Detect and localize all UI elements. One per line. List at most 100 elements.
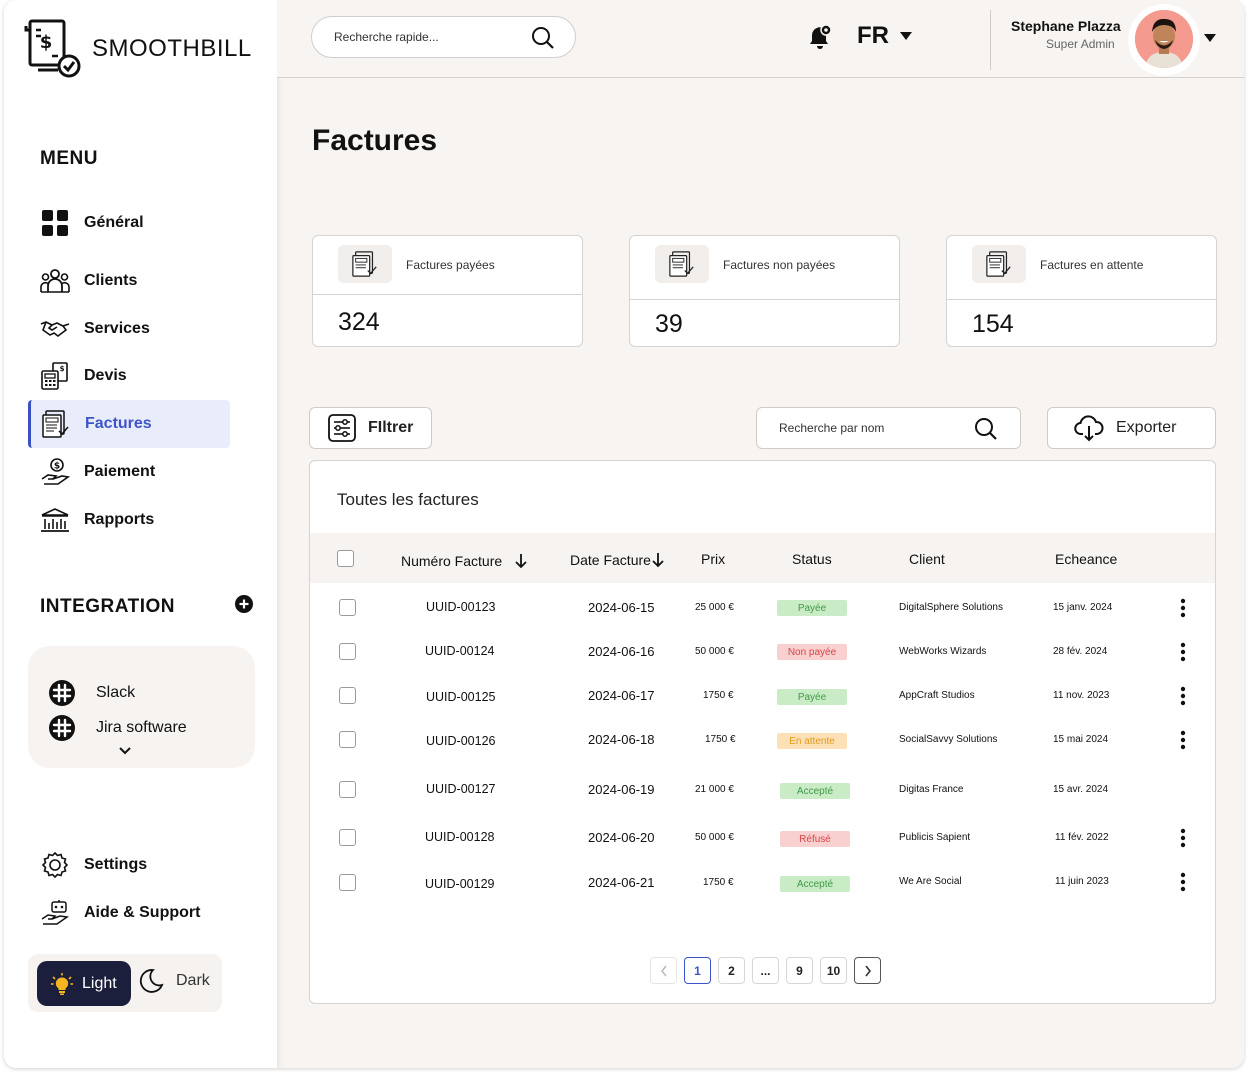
stat-card-header: Factures en attente: [947, 236, 1216, 300]
status-badge: Payée: [777, 600, 847, 616]
table-header: Numéro Facture Date Facture Prix Status …: [310, 533, 1215, 583]
row-checkbox[interactable]: [339, 829, 356, 846]
sidebar-item-label: Devis: [84, 367, 127, 384]
row-checkbox[interactable]: [339, 687, 356, 704]
invoice-price: 21 000 €: [695, 784, 734, 795]
support-link[interactable]: Aide & Support: [40, 898, 200, 928]
sidebar: $ SMOOTHBILL MENU Général Clients Servic…: [4, 0, 277, 1068]
row-menu-icon[interactable]: [1180, 642, 1186, 662]
row-menu-icon[interactable]: [1180, 872, 1186, 892]
gear-icon: [40, 850, 70, 880]
row-menu-icon[interactable]: [1180, 686, 1186, 706]
column-header-due[interactable]: Echeance: [1055, 551, 1117, 567]
invoice-price: 1750 €: [705, 734, 736, 745]
search-icon[interactable]: [974, 417, 998, 441]
invoice-number[interactable]: UUID-00129: [425, 877, 494, 891]
pagination-page[interactable]: 2: [718, 957, 745, 984]
theme-dark-button[interactable]: Dark: [138, 968, 210, 994]
support-label: Aide & Support: [84, 904, 201, 921]
pagination-next-button[interactable]: [854, 957, 881, 984]
sidebar-item-paiement[interactable]: $ Paiement: [28, 448, 230, 496]
column-header-price[interactable]: Prix: [701, 551, 725, 567]
select-all-checkbox[interactable]: [337, 550, 354, 567]
svg-text:$: $: [54, 462, 60, 472]
sidebar-item-general[interactable]: Général: [28, 199, 230, 247]
column-header-status[interactable]: Status: [792, 551, 832, 567]
invoice-icon: [338, 245, 392, 283]
chevron-down-icon[interactable]: [118, 746, 132, 756]
sidebar-item-label: Services: [84, 320, 150, 337]
row-menu-icon[interactable]: [1180, 828, 1186, 848]
logo[interactable]: $ SMOOTHBILL: [24, 18, 252, 80]
row-menu-icon[interactable]: [1180, 730, 1186, 750]
invoice-number[interactable]: UUID-00127: [426, 782, 495, 796]
app-name: SMOOTHBILL: [92, 35, 252, 62]
column-header-date[interactable]: Date Facture: [570, 552, 665, 568]
sidebar-item-label: Paiement: [84, 463, 156, 480]
filter-sliders-icon: [328, 414, 356, 442]
name-search-input[interactable]: Recherche par nom: [756, 407, 1021, 449]
payment-hand-icon: $: [40, 457, 70, 487]
avatar[interactable]: [1135, 10, 1193, 68]
row-checkbox[interactable]: [339, 731, 356, 748]
stat-label: Factures payées: [406, 258, 495, 272]
status-badge: Accepté: [780, 876, 850, 892]
sidebar-item-services[interactable]: Services: [28, 305, 230, 353]
invoice-number[interactable]: UUID-00125: [426, 690, 495, 704]
jira-icon: [49, 715, 75, 741]
support-bot-icon: [40, 898, 70, 928]
invoice-price: 50 000 €: [695, 646, 734, 657]
sidebar-item-rapports[interactable]: Rapports: [28, 496, 230, 544]
moon-icon: [139, 969, 164, 993]
row-checkbox[interactable]: [339, 781, 356, 798]
search-icon[interactable]: [531, 26, 555, 50]
sidebar-item-devis[interactable]: $ Devis: [28, 352, 230, 400]
column-header-number[interactable]: Numéro Facture: [401, 553, 528, 569]
slack-icon: [49, 680, 75, 706]
chevron-left-icon: [660, 965, 667, 976]
row-menu-icon[interactable]: [1180, 598, 1186, 618]
integration-title: INTEGRATION: [40, 596, 175, 617]
pagination-page[interactable]: 1: [684, 957, 711, 984]
row-checkbox[interactable]: [339, 599, 356, 616]
quick-search-input[interactable]: Recherche rapide...: [311, 16, 576, 58]
column-header-client[interactable]: Client: [909, 551, 945, 567]
pagination-page[interactable]: 9: [786, 957, 813, 984]
invoice-price: 1750 €: [703, 877, 734, 888]
invoice-number[interactable]: UUID-00128: [425, 830, 494, 844]
integration-item-slack[interactable]: Slack: [48, 679, 135, 707]
sort-arrow-down-icon[interactable]: [651, 552, 665, 568]
column-header-label: Prix: [701, 551, 726, 567]
pagination-page[interactable]: 10: [820, 957, 847, 984]
filter-button[interactable]: FIltrer: [309, 407, 432, 449]
invoice-number[interactable]: UUID-00124: [425, 644, 494, 658]
invoice-number[interactable]: UUID-00126: [426, 734, 495, 748]
user-menu-caret-icon[interactable]: [1203, 33, 1217, 43]
pagination-prev-button[interactable]: [650, 957, 677, 984]
add-integration-icon[interactable]: [235, 595, 253, 613]
client-name: WebWorks Wizards: [899, 646, 987, 657]
integration-item-jira[interactable]: Jira software: [48, 714, 187, 742]
row-checkbox[interactable]: [339, 874, 356, 891]
settings-link[interactable]: Settings: [40, 850, 147, 880]
users-icon: [40, 266, 70, 296]
due-date: 11 fév. 2022: [1055, 832, 1109, 843]
integration-label: Slack: [96, 684, 136, 701]
language-selector[interactable]: FR: [857, 22, 913, 50]
sort-arrow-down-icon[interactable]: [514, 553, 528, 569]
due-date: 15 avr. 2024: [1053, 784, 1109, 795]
invoice-date: 2024-06-18: [588, 732, 655, 747]
sidebar-item-factures[interactable]: Factures: [28, 400, 230, 448]
notification-bell-icon[interactable]: [805, 22, 835, 52]
sidebar-item-clients[interactable]: Clients: [28, 257, 230, 305]
client-name: DigitalSphere Solutions: [899, 602, 1003, 613]
invoice-number[interactable]: UUID-00123: [426, 600, 495, 614]
stat-value: 154: [972, 310, 1014, 338]
export-button[interactable]: Exporter: [1047, 407, 1216, 449]
name-search-placeholder: Recherche par nom: [779, 421, 885, 435]
theme-light-button[interactable]: Light: [37, 961, 131, 1006]
theme-light-label: Light: [82, 974, 117, 992]
sidebar-item-label: Factures: [85, 415, 152, 432]
integration-label: Jira software: [96, 719, 187, 736]
row-checkbox[interactable]: [339, 643, 356, 660]
